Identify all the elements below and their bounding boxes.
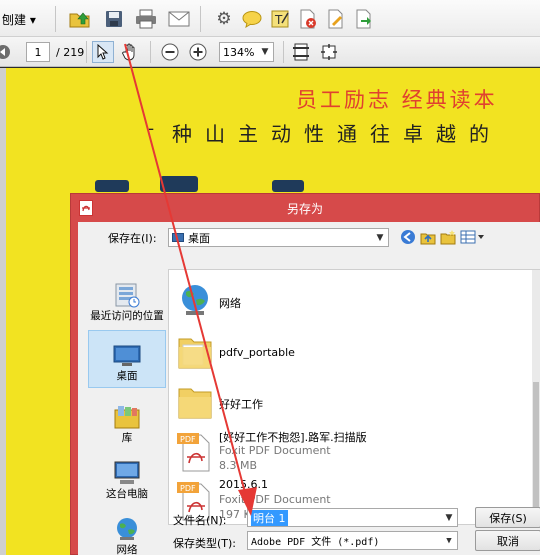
cancel-button[interactable]: 取消 <box>475 530 540 551</box>
toolbar-divider <box>86 41 87 63</box>
dialog-title: 另存为 <box>286 201 323 216</box>
gear-icon[interactable]: ⚙ <box>212 7 236 31</box>
places-bar: 最近访问的位置 桌面 库 这台电脑 网络 <box>88 269 166 555</box>
list-item[interactable]: 网络 <box>177 278 477 326</box>
place-desktop[interactable]: 桌面 <box>88 330 166 388</box>
place-recent[interactable]: 最近访问的位置 <box>88 269 166 327</box>
previous-page-icon[interactable] <box>0 43 12 61</box>
print-icon[interactable] <box>134 7 158 31</box>
up-folder-icon[interactable] <box>419 228 437 246</box>
place-label: 网络 <box>116 544 138 555</box>
zoom-level-select[interactable]: 134% ▼ <box>219 42 274 62</box>
typewriter-icon[interactable]: T <box>268 7 292 31</box>
save-in-label: 保存在(I): <box>108 232 157 245</box>
place-libraries[interactable]: 库 <box>88 391 166 449</box>
document-headline: 员工励志 经典读本 <box>296 88 498 112</box>
sign-document-icon[interactable] <box>324 7 348 31</box>
filetype-label: 保存类型(T): <box>173 537 237 550</box>
computer-icon <box>114 461 140 484</box>
new-folder-icon[interactable] <box>439 228 457 246</box>
filetype-select[interactable]: Adobe PDF 文件 (*.pdf) ▼ <box>247 531 458 550</box>
page-total-label: / 219 <box>56 46 85 59</box>
delete-document-icon[interactable] <box>296 7 320 31</box>
scrollbar-thumb[interactable] <box>533 382 539 520</box>
save-in-value: 桌面 <box>188 231 210 245</box>
folder-icon <box>177 381 213 421</box>
save-button[interactable]: 保存(S) <box>475 507 540 528</box>
file-size: 8.3 MB <box>219 459 258 472</box>
zoom-out-icon[interactable] <box>160 42 180 62</box>
document-graphic <box>95 180 129 192</box>
place-this-pc[interactable]: 这台电脑 <box>88 447 166 505</box>
save-disk-icon[interactable] <box>102 7 126 31</box>
toolbar-divider <box>150 41 151 63</box>
back-arrow-icon[interactable] <box>399 228 417 246</box>
document-graphic <box>160 176 198 192</box>
document-subline: 种山主动性通往卓越的 <box>172 122 502 146</box>
pdf-file-icon: PDF <box>177 431 213 472</box>
place-label: 最近访问的位置 <box>90 310 164 322</box>
library-icon <box>114 406 140 429</box>
file-name: 好好工作 <box>219 398 263 411</box>
fit-page-icon[interactable] <box>291 41 311 63</box>
globe-network-icon <box>177 282 213 322</box>
export-document-icon[interactable] <box>352 7 376 31</box>
pdf-badge: PDF <box>180 435 196 444</box>
file-list: 网络 pdfv_portable 好好工作 PDF [好好工作不抱怨].路军.扫… <box>168 269 540 525</box>
fit-width-icon[interactable] <box>318 41 340 63</box>
scrollbar[interactable] <box>532 270 540 524</box>
pdf-badge: PDF <box>180 484 196 493</box>
place-label: 桌面 <box>116 370 138 382</box>
toolbar-divider <box>283 41 284 63</box>
globe-network-icon <box>117 518 137 540</box>
navigation-toolbar: 1 / 219 134% ▼ <box>0 37 540 67</box>
filename-label: 文件名(N): <box>173 514 227 527</box>
page-number-input[interactable]: 1 <box>26 42 50 62</box>
email-icon[interactable] <box>167 7 191 31</box>
list-item[interactable]: PDF [好好工作不抱怨].路军.扫描版 Foxit PDF Document … <box>177 427 477 475</box>
chevron-down-icon[interactable]: ▼ <box>372 229 388 246</box>
svg-text:T: T <box>274 13 283 27</box>
place-network[interactable]: 网络 <box>88 503 166 555</box>
hand-tool-icon[interactable] <box>119 41 141 63</box>
save-in-select[interactable]: 桌面 ▼ <box>168 228 389 247</box>
desktop-folder-icon <box>172 233 184 242</box>
filetype-value: Adobe PDF 文件 (*.pdf) <box>251 537 380 548</box>
select-cursor-icon[interactable] <box>92 41 114 63</box>
recent-places-icon <box>115 283 140 308</box>
create-menu-button[interactable]: 刨建 ▾ <box>0 8 46 30</box>
file-name: [好好工作不抱怨].路军.扫描版 <box>219 431 367 444</box>
document-line-mark: - <box>148 118 155 139</box>
document-margin <box>0 68 6 555</box>
filename-value: 明台 1 <box>251 509 288 526</box>
dialog-body: 保存在(I): 桌面 ▼ 最近访问的位置 桌面 库 这台电脑 网络 网络 pdf… <box>78 222 540 555</box>
place-label: 这台电脑 <box>106 488 148 500</box>
list-item[interactable]: pdfv_portable <box>177 327 477 375</box>
view-menu-icon[interactable] <box>459 228 485 246</box>
list-item[interactable]: 好好工作 <box>177 377 477 425</box>
comment-bubble-icon[interactable] <box>240 7 264 31</box>
zoom-level-value: 134% <box>223 45 255 59</box>
toolbar-divider <box>55 6 56 32</box>
filename-input[interactable]: 明台 1 ▼ <box>247 508 458 527</box>
folder-icon <box>177 331 213 371</box>
chevron-down-icon[interactable]: ▼ <box>257 43 273 61</box>
place-label: 库 <box>121 432 133 444</box>
document-graphic <box>272 180 304 192</box>
save-as-dialog: 另存为 保存在(I): 桌面 ▼ 最近访问的位置 桌面 库 这台电脑 网络 网络… <box>70 193 540 555</box>
file-type: Foxit PDF Document <box>219 444 331 457</box>
desktop-icon <box>113 345 141 366</box>
file-type: Foxit PDF Document <box>219 493 331 506</box>
file-name: 2015.6.1 <box>219 478 268 491</box>
main-toolbar: 刨建 ▾ ⚙ T <box>0 0 540 37</box>
chevron-down-icon[interactable]: ▼ <box>441 509 457 526</box>
toolbar-divider <box>200 6 201 32</box>
chevron-down-icon[interactable]: ▼ <box>441 532 457 549</box>
zoom-in-icon[interactable] <box>188 42 208 62</box>
file-name: 网络 <box>219 297 241 310</box>
open-folder-icon[interactable] <box>68 7 92 31</box>
file-name: pdfv_portable <box>219 346 295 359</box>
